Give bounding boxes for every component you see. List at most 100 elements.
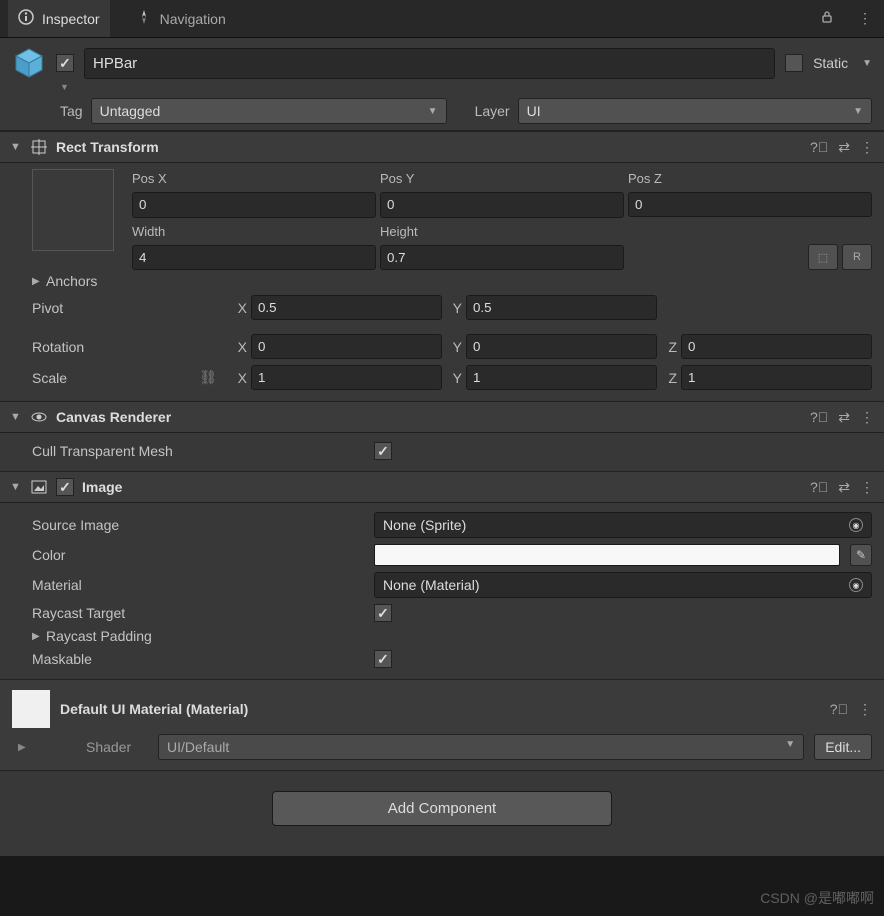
- shader-select[interactable]: UI/Default ▼: [158, 734, 804, 760]
- kebab-icon[interactable]: ⋮: [860, 409, 874, 426]
- image-header[interactable]: ▼ Image ?⃝ ⇄ ⋮: [0, 471, 884, 503]
- pivot-y-input[interactable]: [466, 295, 657, 320]
- help-icon[interactable]: ?⃝: [810, 139, 828, 156]
- image-enabled-checkbox[interactable]: [56, 478, 74, 496]
- cube-icon[interactable]: [12, 46, 46, 80]
- object-picker-icon[interactable]: ◉: [849, 518, 863, 532]
- edit-button[interactable]: Edit...: [814, 734, 872, 760]
- tab-inspector[interactable]: Inspector: [8, 0, 110, 37]
- scale-x-input[interactable]: [251, 365, 442, 390]
- rect-transform-header[interactable]: ▼ Rect Transform ?⃝ ⇄ ⋮: [0, 131, 884, 163]
- kebab-icon[interactable]: ⋮: [858, 701, 872, 718]
- posz-input[interactable]: [628, 192, 872, 217]
- preset-icon[interactable]: ⇄: [838, 139, 850, 156]
- tab-bar: Inspector Navigation ⋮: [0, 0, 884, 38]
- help-icon[interactable]: ?⃝: [810, 409, 828, 426]
- height-label: Height: [380, 222, 624, 241]
- posx-input[interactable]: [132, 192, 376, 218]
- preset-icon[interactable]: ⇄: [838, 479, 850, 496]
- color-field[interactable]: [374, 544, 840, 566]
- static-label: Static: [813, 55, 848, 71]
- footer: Add Component: [0, 770, 884, 856]
- scale-y-input[interactable]: [466, 365, 657, 390]
- static-dropdown-icon[interactable]: ▼: [862, 58, 872, 69]
- preset-icon[interactable]: ⇄: [838, 409, 850, 426]
- image-icon: [30, 478, 48, 496]
- kebab-icon[interactable]: ⋮: [854, 6, 876, 31]
- raw-edit-button[interactable]: R: [842, 244, 872, 270]
- fold-icon: ▼: [10, 141, 22, 153]
- height-input[interactable]: [380, 245, 624, 271]
- eyedropper-icon[interactable]: ✎: [850, 544, 872, 566]
- pivot-x-input[interactable]: [251, 295, 442, 320]
- help-icon[interactable]: ?⃝: [830, 701, 848, 718]
- tab-navigation[interactable]: Navigation: [126, 0, 236, 37]
- rotation-z-input[interactable]: [681, 334, 872, 359]
- shader-label: Shader: [86, 739, 148, 755]
- material-preview: [12, 690, 50, 728]
- material-title: Default UI Material (Material): [60, 701, 820, 717]
- rotation-label: Rotation: [12, 339, 227, 355]
- component-title: Image: [82, 479, 802, 495]
- object-picker-icon[interactable]: ◉: [849, 578, 863, 592]
- tag-value: Untagged: [100, 103, 161, 119]
- gameobject-header: Static ▼ ▼ Tag Untagged ▼ Layer UI ▼: [0, 38, 884, 131]
- chevron-down-icon: ▼: [853, 106, 863, 117]
- width-label: Width: [132, 222, 376, 241]
- layer-value: UI: [527, 103, 541, 119]
- pivot-label: Pivot: [12, 300, 227, 316]
- fold-icon: ▼: [10, 411, 22, 423]
- scale-z-input[interactable]: [681, 365, 872, 390]
- help-icon[interactable]: ?⃝: [810, 479, 828, 496]
- material-block: Default UI Material (Material) ?⃝ ⋮ ▶ Sh…: [0, 679, 884, 770]
- rotation-x-input[interactable]: [251, 334, 442, 359]
- posx-label: Pos X: [132, 169, 376, 188]
- fold-icon[interactable]: ▶: [18, 742, 28, 753]
- scale-label: Scale⛓: [12, 369, 227, 386]
- anchor-preset-button[interactable]: [32, 169, 114, 251]
- active-checkbox[interactable]: [56, 54, 74, 72]
- tag-select[interactable]: Untagged ▼: [91, 98, 447, 124]
- info-icon: [18, 9, 34, 28]
- source-image-field[interactable]: None (Sprite) ◉: [374, 512, 872, 538]
- lock-icon[interactable]: [816, 6, 838, 31]
- material-label: Material: [12, 577, 368, 593]
- layer-label: Layer: [475, 103, 510, 119]
- width-input[interactable]: [132, 245, 376, 271]
- kebab-icon[interactable]: ⋮: [860, 479, 874, 496]
- prefab-dropdown-icon[interactable]: ▼: [60, 82, 69, 92]
- source-image-label: Source Image: [12, 517, 368, 533]
- rotation-y-input[interactable]: [466, 334, 657, 359]
- raycast-target-label: Raycast Target: [12, 605, 368, 621]
- rect-transform-body: Pos X Width Pos Y Height Pos Z ⬚ R: [0, 163, 884, 401]
- static-checkbox[interactable]: [785, 54, 803, 72]
- blueprint-mode-button[interactable]: ⬚: [808, 244, 838, 270]
- cull-label: Cull Transparent Mesh: [12, 443, 368, 459]
- tag-label: Tag: [60, 103, 83, 119]
- fold-icon: ▼: [10, 481, 22, 493]
- raycast-padding-foldout[interactable]: ▶Raycast Padding: [12, 628, 368, 644]
- tab-label: Inspector: [42, 11, 100, 27]
- canvas-renderer-body: Cull Transparent Mesh: [0, 433, 884, 471]
- constrain-icon[interactable]: ⛓: [199, 369, 217, 386]
- image-body: Source Image None (Sprite) ◉ Color ✎ Mat…: [0, 503, 884, 679]
- cull-checkbox[interactable]: [374, 442, 392, 460]
- raycast-target-checkbox[interactable]: [374, 604, 392, 622]
- gameobject-name-input[interactable]: [84, 48, 775, 79]
- layer-select[interactable]: UI ▼: [518, 98, 872, 124]
- posz-label: Pos Z: [628, 169, 872, 188]
- watermark: CSDN @是嘟嘟啊: [760, 888, 874, 908]
- color-label: Color: [12, 547, 368, 563]
- posy-input[interactable]: [380, 192, 624, 218]
- material-field[interactable]: None (Material) ◉: [374, 572, 872, 598]
- chevron-down-icon: ▼: [785, 739, 795, 755]
- posy-label: Pos Y: [380, 169, 624, 188]
- canvas-renderer-header[interactable]: ▼ Canvas Renderer ?⃝ ⇄ ⋮: [0, 401, 884, 433]
- add-component-button[interactable]: Add Component: [272, 791, 612, 826]
- chevron-down-icon: ▼: [428, 106, 438, 117]
- component-title: Canvas Renderer: [56, 409, 802, 425]
- maskable-label: Maskable: [12, 651, 368, 667]
- kebab-icon[interactable]: ⋮: [860, 139, 874, 156]
- maskable-checkbox[interactable]: [374, 650, 392, 668]
- anchors-foldout[interactable]: ▶Anchors: [12, 273, 368, 289]
